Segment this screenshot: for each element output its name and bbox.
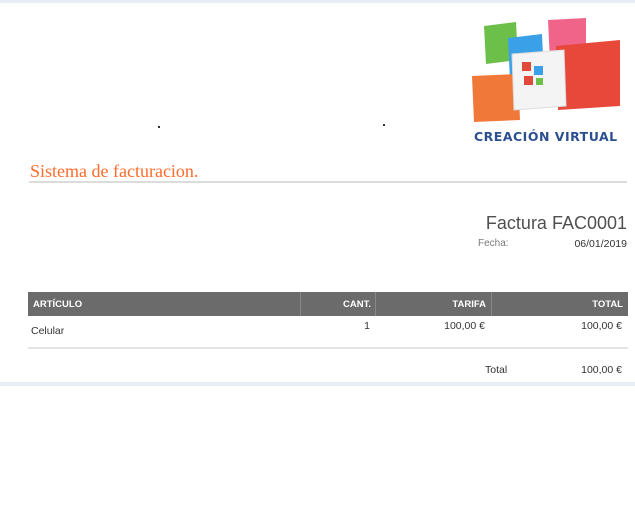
invoice-title: Factura FAC0001 [485,213,627,233]
logo-text: CREACIÓN VIRTUAL [474,129,618,144]
date-label: Fecha: [478,238,509,249]
date-value: 06/01/2019 [574,238,627,250]
cell-quantity: 1 [364,320,370,332]
total-value: 100,00 € [581,364,622,376]
logo-pixel-4 [536,78,543,85]
total-label: Total [485,364,508,376]
logo-pixel-2 [534,66,543,75]
logo-pixel-1 [522,62,531,71]
invoice-table: ARTÍCULO CANT. TARIFA TOTAL Celular 1 10… [28,292,628,349]
dot-mark [158,126,160,128]
table-header: ARTÍCULO CANT. TARIFA TOTAL [28,292,628,316]
cell-rate: 100,00 € [444,320,485,332]
header-rate: TARIFA [375,292,491,316]
bottom-edge [0,382,635,386]
logo-pixel-3 [524,76,533,85]
header-total: TOTAL [491,292,628,316]
top-edge [0,0,635,3]
cell-total: 100,00 € [581,320,622,332]
title-divider [29,181,627,183]
dot-mark [383,124,385,126]
header-quantity: CANT. [300,292,375,316]
header-article: ARTÍCULO [33,299,83,310]
table-row: Celular 1 100,00 € 100,00 € [28,316,628,349]
cell-article: Celular [31,325,65,337]
system-title: Sistema de facturacion. [30,161,199,181]
